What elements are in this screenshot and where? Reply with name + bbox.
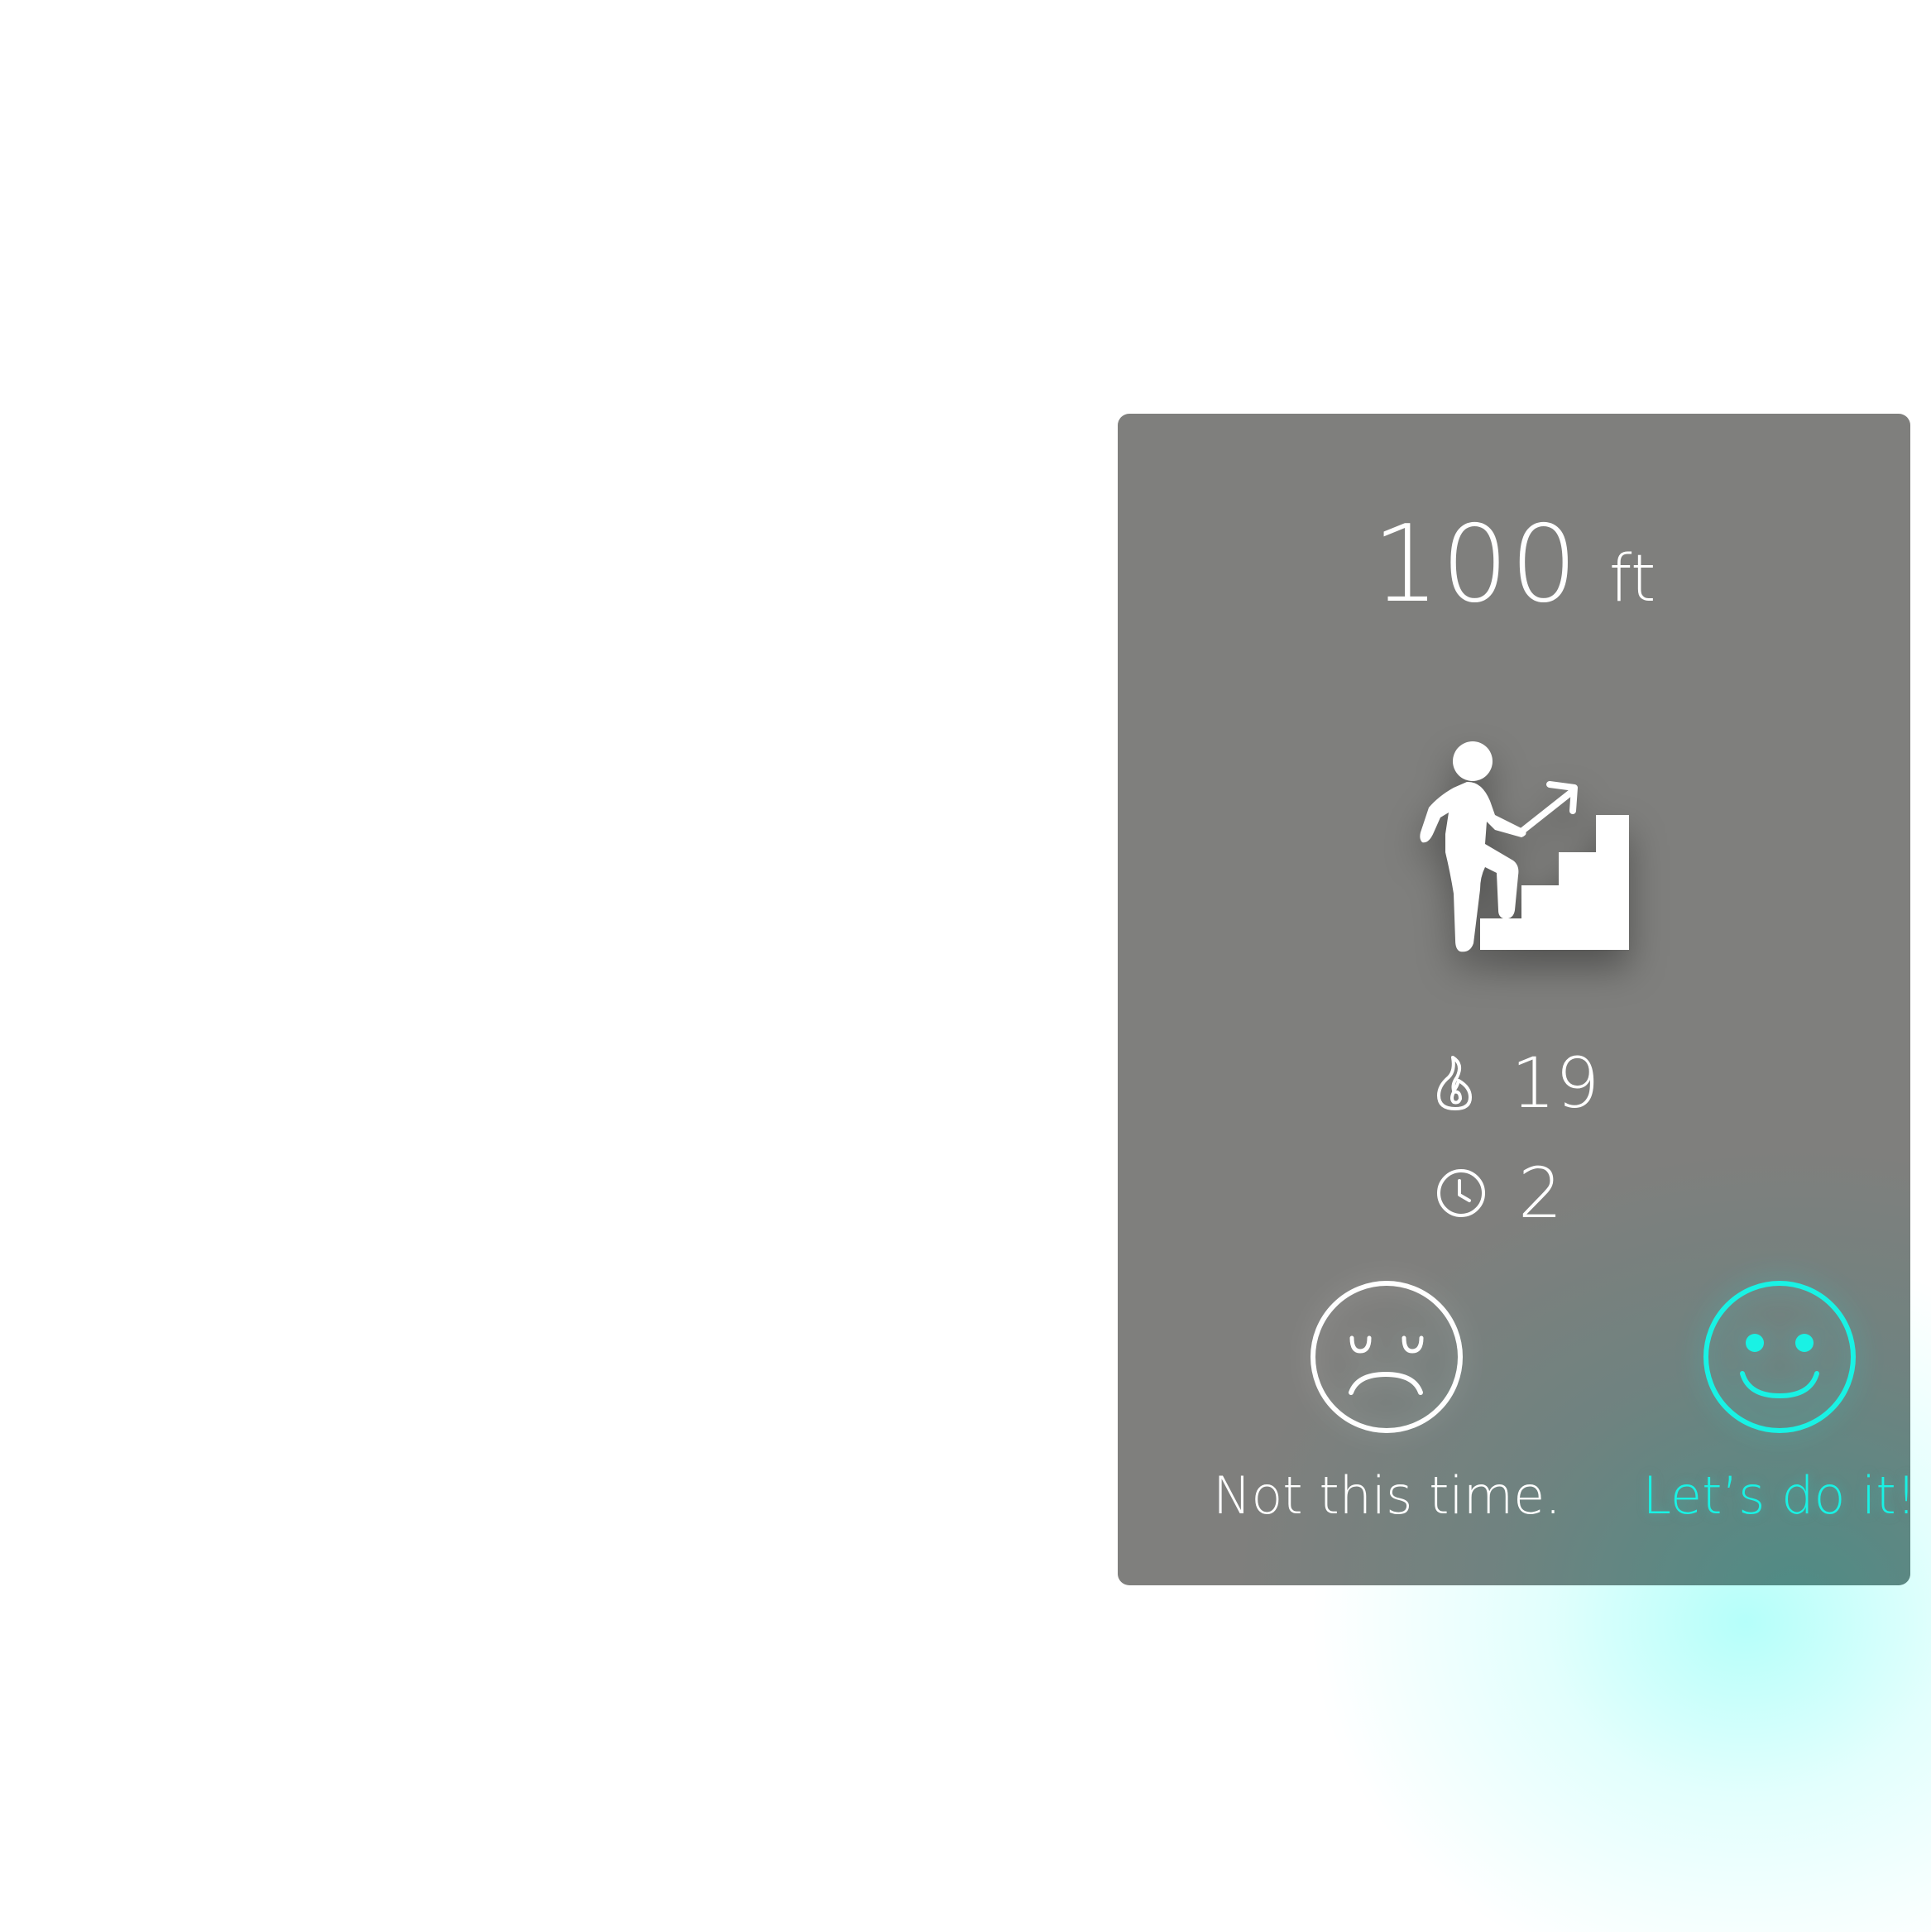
calories-value: 19 [1511, 1043, 1600, 1124]
accept-button[interactable]: Let’s do it! [1606, 1278, 1910, 1526]
calories-stat: 19 [1118, 1043, 1910, 1124]
minutes-value: 2 [1518, 1153, 1563, 1234]
distance-unit: ft [1608, 542, 1656, 616]
sad-face-icon [1310, 1281, 1463, 1433]
distance-readout: 100 ft [1118, 503, 1910, 626]
time-stat: 2 [1118, 1153, 1910, 1234]
accept-label: Let’s do it! [1642, 1465, 1910, 1526]
flame-icon [1429, 1054, 1480, 1112]
happy-face-icon [1703, 1281, 1856, 1433]
decline-label: Not this time. [1213, 1465, 1561, 1526]
clock-icon [1435, 1164, 1487, 1222]
screen: 100 ft 19 2 Not this time. Let’s do it! [0, 0, 1931, 1932]
stair-climb-icon [1420, 741, 1629, 952]
decline-button[interactable]: Not this time. [1213, 1278, 1561, 1526]
distance-value: 100 [1372, 503, 1579, 626]
workout-card: 100 ft 19 2 Not this time. Let’s do it! [1118, 414, 1910, 1585]
